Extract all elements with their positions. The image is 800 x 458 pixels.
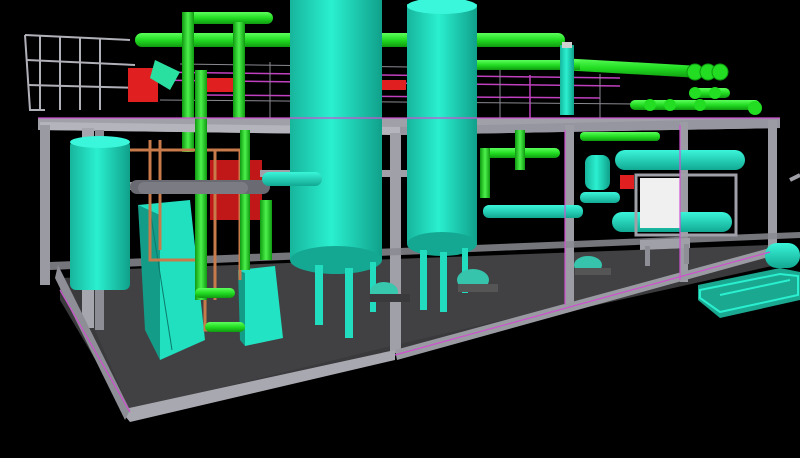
slender-column <box>560 42 574 115</box>
left-vessel <box>70 136 130 290</box>
grey-header-left <box>138 182 248 194</box>
plant-3d-model-viewport[interactable] <box>0 0 800 458</box>
white-panel <box>640 178 680 228</box>
plate-exchanger-center <box>238 266 283 346</box>
red-block-right <box>620 175 634 189</box>
red-block-upper-right <box>380 80 406 90</box>
